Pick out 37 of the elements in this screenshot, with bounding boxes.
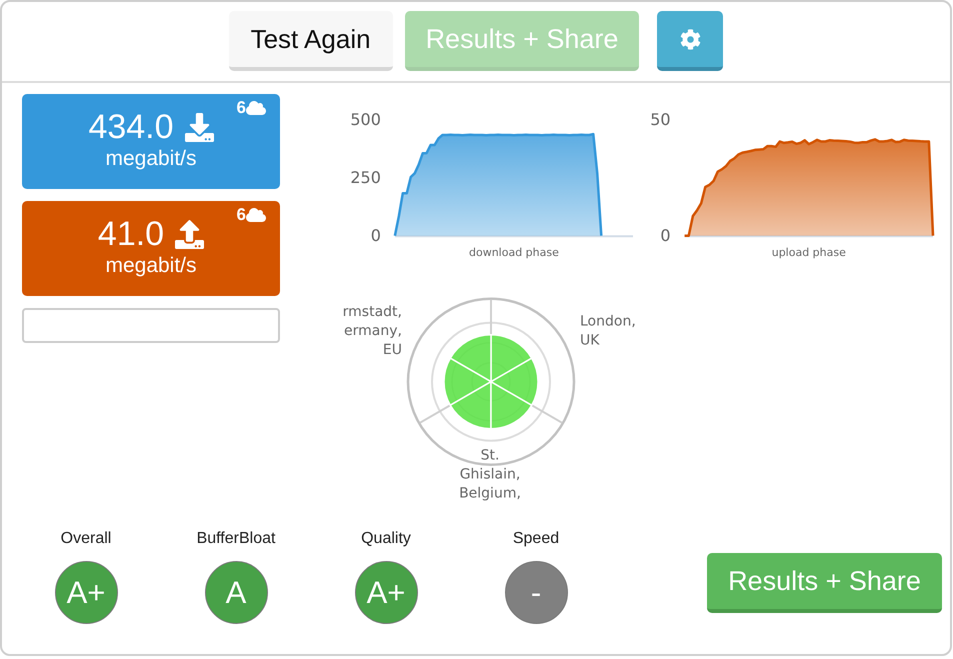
polar-sector <box>443 357 492 406</box>
upload-icon <box>175 220 204 248</box>
x-axis-label: download phase <box>469 246 559 259</box>
grade-badge: A+ <box>54 561 118 624</box>
speed-value: 434.0 <box>88 110 174 144</box>
grade-badge: - <box>504 561 568 624</box>
x-axis-label: upload phase <box>772 246 846 259</box>
speed-unit: megabit/s <box>105 254 197 278</box>
settings-icon <box>680 28 701 50</box>
polar-sector <box>490 357 539 406</box>
grade-label: Overall <box>60 529 112 549</box>
y-tick-label: 0 <box>370 226 381 246</box>
results-share-button[interactable]: Results + Share <box>707 553 942 613</box>
speed-value: 41.0 <box>98 217 164 251</box>
polar-sector <box>450 380 492 430</box>
cloud-icon <box>246 207 266 223</box>
y-tick-label: 500 <box>350 110 381 130</box>
y-tick-label: 50 <box>650 110 671 130</box>
server-label: London, UK <box>580 314 636 348</box>
polar-sector <box>450 334 492 382</box>
cloud-icon <box>246 100 266 116</box>
speed-unit: megabit/s <box>105 147 197 171</box>
grade-badge: A <box>204 561 268 624</box>
grade-label: BufferBloat <box>196 529 276 549</box>
y-tick-label: 250 <box>350 168 381 188</box>
server-label: St. Ghislain, Belgium, <box>459 448 521 502</box>
download-icon <box>184 112 214 142</box>
polar-sector <box>490 380 532 430</box>
grade-label: Quality <box>361 529 411 549</box>
grade-label: Speed <box>512 529 560 549</box>
stream-count: 6 <box>236 206 246 224</box>
grade-badge: A+ <box>354 561 418 624</box>
y-tick-label: 0 <box>660 226 671 246</box>
server-label: rmstadt, ermany, EU <box>342 304 402 358</box>
test-again-button[interactable]: Test Again <box>228 11 393 71</box>
stream-count: 6 <box>236 99 246 117</box>
settings-button[interactable] <box>657 11 724 71</box>
